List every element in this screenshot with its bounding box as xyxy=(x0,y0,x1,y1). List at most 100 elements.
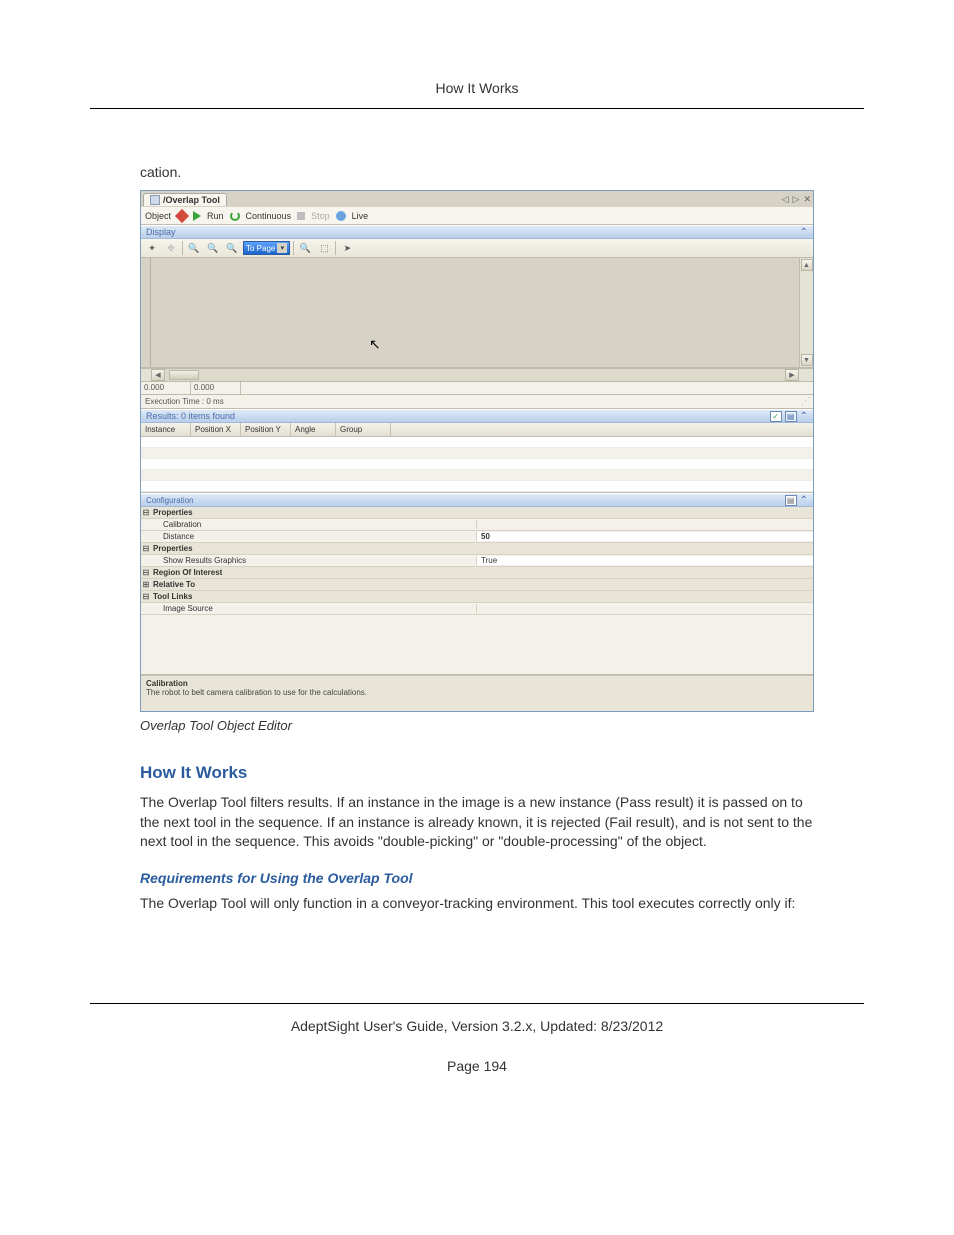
table-row xyxy=(141,481,813,492)
configuration-grid: ⊟ Properties Calibration Distance 50 xyxy=(141,507,813,711)
scroll-up-button[interactable]: ▲ xyxy=(801,259,813,271)
resize-grip-icon[interactable]: ⋰ xyxy=(801,396,809,407)
scrollbar-thumb[interactable] xyxy=(169,370,199,380)
collapse-icon[interactable]: ⌃ xyxy=(800,227,808,238)
fit-icon[interactable]: ⬚ xyxy=(316,241,332,256)
config-key: Distance xyxy=(151,532,477,541)
results-view-icon[interactable]: ▤ xyxy=(785,411,797,422)
col-position-x[interactable]: Position X xyxy=(191,423,241,436)
coord-y: 0.000 xyxy=(191,382,241,394)
col-position-y[interactable]: Position Y xyxy=(241,423,291,436)
execution-time-label: Execution Time : 0 ms xyxy=(145,397,224,406)
play-icon[interactable] xyxy=(193,211,201,221)
object-toolbar: Object Run Continuous Stop Live xyxy=(141,207,813,225)
results-pass-icon[interactable]: ✓ xyxy=(770,411,782,422)
scroll-left-button[interactable]: ◀ xyxy=(151,369,165,381)
vertical-scrollbar[interactable]: ▲ ▼ xyxy=(799,258,813,367)
continuous-icon[interactable] xyxy=(230,211,240,221)
scrollbar-track[interactable] xyxy=(165,369,785,381)
coord-x: 0.000 xyxy=(141,382,191,394)
fragment-text: cation. xyxy=(140,164,814,180)
col-angle[interactable]: Angle xyxy=(291,423,336,436)
cursor-icon: ↖ xyxy=(369,336,381,353)
zoom-reset-icon[interactable]: 🔍 xyxy=(224,241,240,256)
expand-icon[interactable]: ⊞ xyxy=(141,580,151,589)
scroll-down-button[interactable]: ▼ xyxy=(801,354,813,366)
stop-label[interactable]: Stop xyxy=(311,211,330,221)
config-view-icon[interactable]: ▤ xyxy=(785,495,797,506)
collapse-icon[interactable]: ⌃ xyxy=(800,411,808,422)
sub-heading: Requirements for Using the Overlap Tool xyxy=(140,870,814,886)
configuration-section-header[interactable]: Configuration ▤ ⌃ xyxy=(141,493,813,507)
zoom-region-icon[interactable]: 🔍 xyxy=(297,241,313,256)
config-value[interactable]: True xyxy=(477,556,813,565)
expand-icon[interactable]: ⊟ xyxy=(141,544,151,553)
config-section-properties[interactable]: ⊟ Properties xyxy=(141,507,813,519)
nav-next-button[interactable]: ▷ xyxy=(793,194,800,205)
expand-icon[interactable]: ⊟ xyxy=(141,508,151,517)
collapse-icon[interactable]: ⌃ xyxy=(800,495,808,506)
figure-caption: Overlap Tool Object Editor xyxy=(140,718,814,733)
config-desc-text: The robot to belt camera calibration to … xyxy=(146,688,808,697)
overlap-tool-window: /Overlap Tool ◁ ▷ ✕ Object Run Continuou… xyxy=(140,190,814,712)
tool-icon xyxy=(150,195,160,205)
separator xyxy=(182,241,183,255)
config-key: Show Results Graphics xyxy=(151,556,477,565)
window-tabbar: /Overlap Tool ◁ ▷ ✕ xyxy=(141,191,813,207)
coordinates-bar: 0.000 0.000 xyxy=(141,382,813,395)
expand-icon[interactable]: ⊟ xyxy=(141,592,151,601)
zoom-out-icon[interactable]: 🔍 xyxy=(205,241,221,256)
zoom-select-label: To Page xyxy=(246,244,275,253)
results-header-row: Instance Position X Position Y Angle Gro… xyxy=(141,423,813,437)
tools-icon[interactable]: ✦ xyxy=(144,241,160,256)
run-label[interactable]: Run xyxy=(207,211,224,221)
display-section-label: Display xyxy=(146,227,176,237)
config-row-image-source[interactable]: Image Source xyxy=(141,603,813,615)
pointer-icon[interactable]: ➤ xyxy=(339,241,355,256)
dropdown-icon[interactable]: ▾ xyxy=(277,243,287,253)
zoom-select[interactable]: To Page ▾ xyxy=(243,241,290,255)
live-label[interactable]: Live xyxy=(352,211,369,221)
expand-icon[interactable]: ⊟ xyxy=(141,568,151,577)
stop-icon[interactable] xyxy=(297,212,305,220)
image-viewport[interactable]: ↖ ▲ ▼ xyxy=(141,258,813,368)
results-title: Results: 0 items found xyxy=(146,411,235,421)
config-section-region-of-interest[interactable]: ⊟ Region Of Interest xyxy=(141,567,813,579)
table-row xyxy=(141,448,813,459)
col-group[interactable]: Group xyxy=(336,423,391,436)
window-tab[interactable]: /Overlap Tool xyxy=(143,193,227,206)
nav-prev-button[interactable]: ◁ xyxy=(782,194,789,205)
horizontal-scrollbar[interactable]: ◀ ▶ xyxy=(141,368,813,382)
footer-rule xyxy=(90,1003,864,1004)
window-close-button[interactable]: ✕ xyxy=(803,194,811,205)
results-table: Instance Position X Position Y Angle Gro… xyxy=(141,423,813,493)
zoom-in-icon[interactable]: 🔍 xyxy=(186,241,202,256)
config-section-properties-2[interactable]: ⊟ Properties xyxy=(141,543,813,555)
live-icon[interactable] xyxy=(336,211,346,221)
config-section-tool-links[interactable]: ⊟ Tool Links xyxy=(141,591,813,603)
continuous-label[interactable]: Continuous xyxy=(246,211,292,221)
config-row-show-results-graphics[interactable]: Show Results Graphics True xyxy=(141,555,813,567)
scroll-right-button[interactable]: ▶ xyxy=(785,369,799,381)
page-header-title: How It Works xyxy=(90,80,864,96)
config-key: Image Source xyxy=(151,604,477,613)
display-section-header[interactable]: Display ⌃ xyxy=(141,225,813,239)
config-key: Calibration xyxy=(151,520,477,529)
footer-page-number: Page 194 xyxy=(90,1058,864,1074)
config-empty-area xyxy=(141,615,813,675)
results-section-header[interactable]: Results: 0 items found ✓ ▤ ⌃ xyxy=(141,409,813,423)
pan-icon[interactable]: ✥ xyxy=(163,241,179,256)
config-row-distance[interactable]: Distance 50 xyxy=(141,531,813,543)
separator xyxy=(335,241,336,255)
execution-time-bar: Execution Time : 0 ms ⋰ xyxy=(141,395,813,409)
section-heading: How It Works xyxy=(140,763,814,783)
config-key: Relative To xyxy=(151,580,477,589)
ruler-left xyxy=(141,258,151,367)
config-value[interactable]: 50 xyxy=(477,532,813,541)
col-instance[interactable]: Instance xyxy=(141,423,191,436)
config-row-calibration[interactable]: Calibration xyxy=(141,519,813,531)
display-toolbar: ✦ ✥ 🔍 🔍 🔍 To Page ▾ 🔍 ⬚ ➤ xyxy=(141,239,813,258)
abort-icon[interactable] xyxy=(175,208,189,222)
config-section-relative-to[interactable]: ⊞ Relative To xyxy=(141,579,813,591)
config-desc-title: Calibration xyxy=(146,679,808,688)
